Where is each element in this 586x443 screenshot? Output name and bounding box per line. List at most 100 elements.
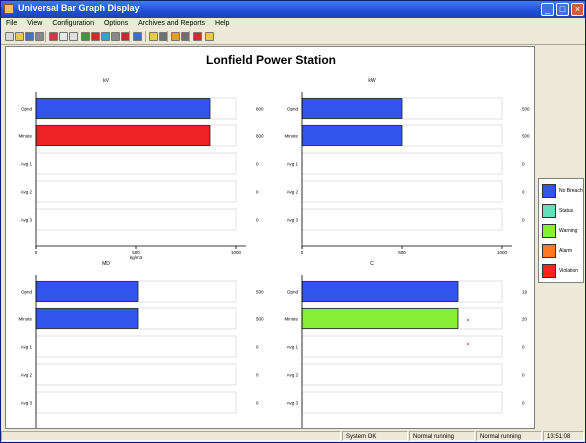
menu-help[interactable]: Help (210, 18, 234, 27)
paste-icon[interactable] (69, 32, 78, 41)
value-label: 19 (522, 290, 528, 295)
chart-title: kW (368, 78, 376, 84)
bar-track (35, 335, 237, 358)
chart-title: MD (102, 261, 110, 267)
alarm-marker (467, 319, 469, 321)
save-icon[interactable] (25, 32, 34, 41)
bar-track (301, 363, 503, 386)
category-label: Avg 2 (287, 190, 299, 195)
bar (301, 281, 459, 302)
app-window: Universal Bar Graph Display _ □ × File Vi… (0, 0, 586, 443)
category-label: Avg 3 (21, 401, 33, 406)
category-label: Avg 1 (21, 162, 33, 167)
close-button[interactable]: × (571, 3, 584, 16)
category-label: Minute (284, 134, 298, 139)
category-label: Avg 2 (21, 190, 33, 195)
value-label: 0 (256, 190, 259, 195)
run-icon[interactable] (81, 32, 90, 41)
category-label: Avg 1 (287, 162, 299, 167)
copy-icon[interactable] (59, 32, 68, 41)
bar (35, 98, 211, 119)
value-label: 0 (522, 218, 525, 223)
status-system: System OK (342, 431, 408, 441)
value-label: 0 (256, 373, 259, 378)
bar-track (301, 180, 503, 203)
value-label: 800 (256, 107, 264, 112)
category-label: Avg 2 (287, 373, 299, 378)
legend-label: No Breach (559, 188, 583, 194)
legend-swatch (542, 264, 556, 278)
minimize-button[interactable]: _ (541, 3, 554, 16)
zoom-icon[interactable] (111, 32, 120, 41)
print-icon[interactable] (35, 32, 44, 41)
value-label: 0 (256, 218, 259, 223)
value-label: 800 (256, 134, 264, 139)
bar-track (301, 335, 503, 358)
chart-panel-3: MDOpnd500Minute500Avg 10Avg 20Avg 300500… (18, 261, 264, 443)
chart-title: C (370, 261, 374, 267)
refresh-icon[interactable] (101, 32, 110, 41)
legend-item: No Breach (542, 184, 584, 198)
bar-track (301, 208, 503, 231)
value-label: 500 (522, 107, 530, 112)
menu-configuration[interactable]: Configuration (47, 18, 99, 27)
category-label: Avg 3 (287, 218, 299, 223)
legend-label: Warning (559, 228, 578, 234)
toolbar-separator (45, 31, 46, 42)
category-label: Opnd (287, 107, 299, 112)
category-label: Opnd (21, 290, 33, 295)
bar-track (301, 152, 503, 175)
value-label: 0 (256, 401, 259, 406)
menu-archives-reports[interactable]: Archives and Reports (133, 18, 210, 27)
menu-file[interactable]: File (1, 18, 22, 27)
settings-icon[interactable] (133, 32, 142, 41)
x-tick-label: 1000 (497, 250, 508, 255)
menu-options[interactable]: Options (99, 18, 133, 27)
value-label: 500 (522, 134, 530, 139)
x-tick-label: 0 (301, 250, 304, 255)
category-label: Opnd (287, 290, 299, 295)
new-icon[interactable] (5, 32, 14, 41)
alarm-icon[interactable] (149, 32, 158, 41)
category-label: Avg 3 (287, 401, 299, 406)
chart-panel-4: COpnd19Minute20Avg 10Avg 20Avg 3001020% (284, 261, 528, 443)
x-tick-label: 0 (35, 250, 38, 255)
window-title: Universal Bar Graph Display (18, 3, 140, 13)
menu-view[interactable]: View (22, 18, 47, 27)
bar (301, 308, 459, 329)
legend: No Breach Status Warning Alarm Violation (538, 178, 584, 283)
bar-track (35, 208, 237, 231)
legend-swatch (542, 184, 556, 198)
bar-track (35, 391, 237, 414)
legend-item: Warning (542, 224, 584, 238)
toolbar-separator (129, 31, 130, 42)
database-icon[interactable] (171, 32, 180, 41)
bar (301, 98, 403, 119)
open-icon[interactable] (15, 32, 24, 41)
value-label: 0 (522, 373, 525, 378)
stop-icon[interactable] (91, 32, 100, 41)
legend-label: Alarm (559, 248, 573, 254)
title-bar: Universal Bar Graph Display _ □ × (1, 1, 585, 18)
value-label: 0 (256, 345, 259, 350)
legend-swatch (542, 244, 556, 258)
value-label: 20 (522, 317, 528, 322)
legend-label: Violation (559, 268, 579, 274)
category-label: Minute (284, 317, 298, 322)
value-label: 0 (256, 162, 259, 167)
maximize-button[interactable]: □ (556, 3, 569, 16)
category-label: Minute (18, 134, 32, 139)
legend-item: Status (542, 204, 584, 218)
legend-item: Violation (542, 264, 584, 278)
x-axis-label: kg/m3 (130, 255, 143, 260)
help-icon[interactable] (205, 32, 214, 41)
page-title: Lonfield Power Station (206, 53, 336, 67)
chart-panel-1: kVOpnd 800Minute 800Avg 1 0Avg 2 0Avg 3 00 500… (18, 78, 264, 260)
value-label: 0 (522, 401, 525, 406)
cut-icon[interactable] (49, 32, 58, 41)
bar-track (301, 391, 503, 414)
value-label: 500 (256, 317, 264, 322)
x-tick-label: 1000 (231, 250, 242, 255)
info-icon[interactable] (193, 32, 202, 41)
category-label: Opnd (21, 107, 33, 112)
